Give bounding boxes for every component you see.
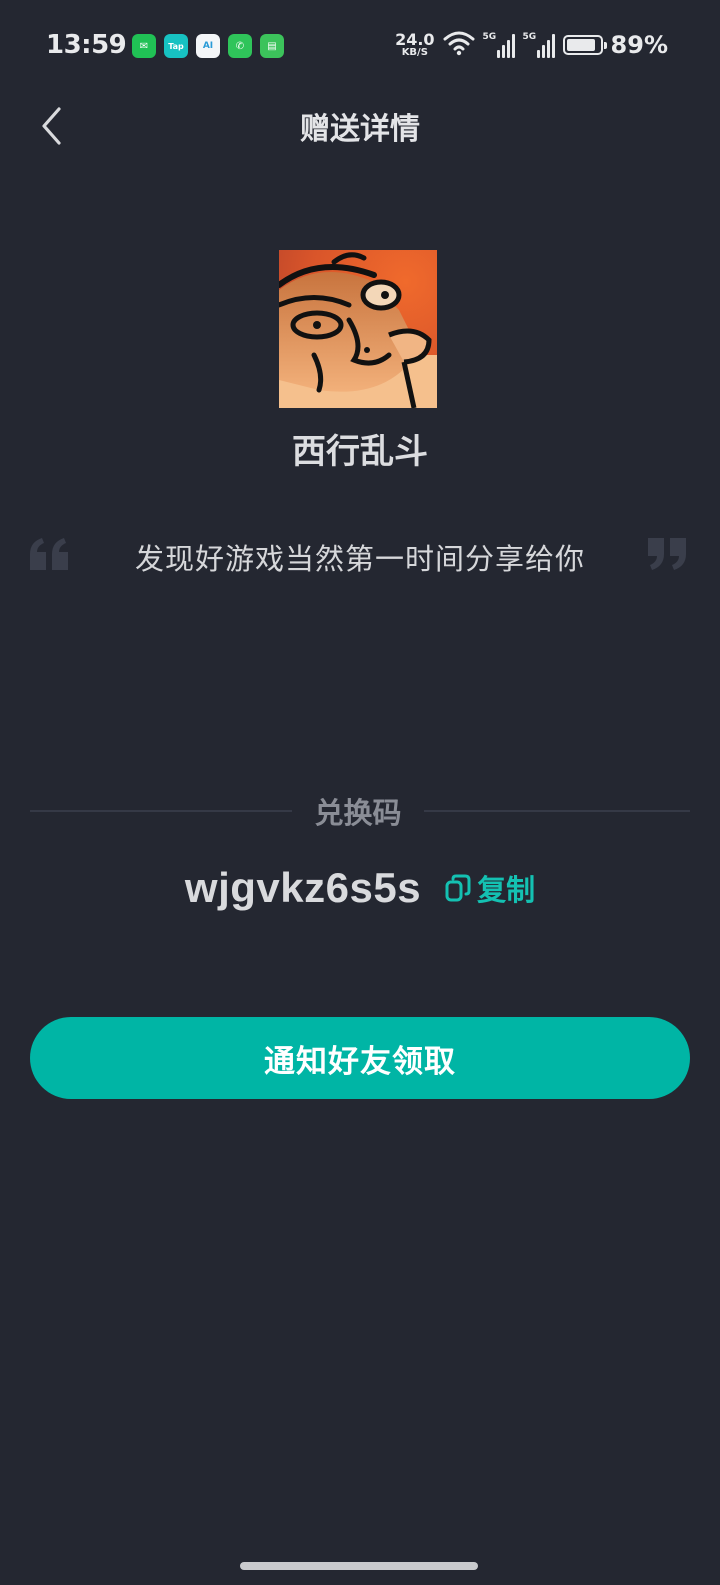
copy-label: 复制 [477,873,536,907]
page-title: 赠送详情 [300,112,420,147]
wechat-icon: ✉ [132,34,156,58]
divider-right [424,810,690,812]
game-icon-image [279,250,437,408]
taptap-icon: Tap [164,34,188,58]
network-speed: 24.0 KB/S [395,32,434,58]
battery-percent: 89% [610,31,668,59]
quote-close-icon [646,538,688,574]
phone-icon: ✆ [228,34,252,58]
notify-friend-button[interactable]: 通知好友领取 [30,1017,690,1099]
status-bar: 13:59 ✉ Tap AI ✆ ▤ 24.0 KB/S 5G 5G 89% [0,0,720,92]
battery-fill [566,39,596,51]
cell-signal-2-icon: 5G [523,32,555,58]
notify-friend-label: 通知好友领取 [264,1043,456,1080]
copy-icon [445,874,471,902]
redeem-code-label: 兑换码 [314,796,402,830]
notification-icons: ✉ Tap AI ✆ ▤ [132,34,284,58]
network-speed-unit: KB/S [401,47,428,58]
wifi-icon [443,30,475,60]
smart-home-icon: AI [196,34,220,58]
status-indicators: 24.0 KB/S 5G 5G 89% [395,30,668,60]
redeem-code-row: wjgvkz6s5s 复制 [0,864,720,912]
cell-signal-1-icon: 5G [483,32,515,58]
message-icon: ▤ [260,34,284,58]
home-indicator[interactable] [240,1562,478,1570]
network-speed-value: 24.0 [395,30,435,49]
status-time: 13:59 [46,30,127,60]
redeem-code-value: wjgvkz6s5s [184,864,422,911]
divider-left [30,810,292,812]
cell-signal-2-label: 5G [522,32,537,42]
game-name: 西行乱斗 [292,432,428,472]
share-message: 发现好游戏当然第一时间分享给你 [134,542,585,576]
battery-icon [562,35,607,55]
cell-signal-1-label: 5G [482,32,497,42]
copy-button[interactable]: 复制 [445,867,535,909]
